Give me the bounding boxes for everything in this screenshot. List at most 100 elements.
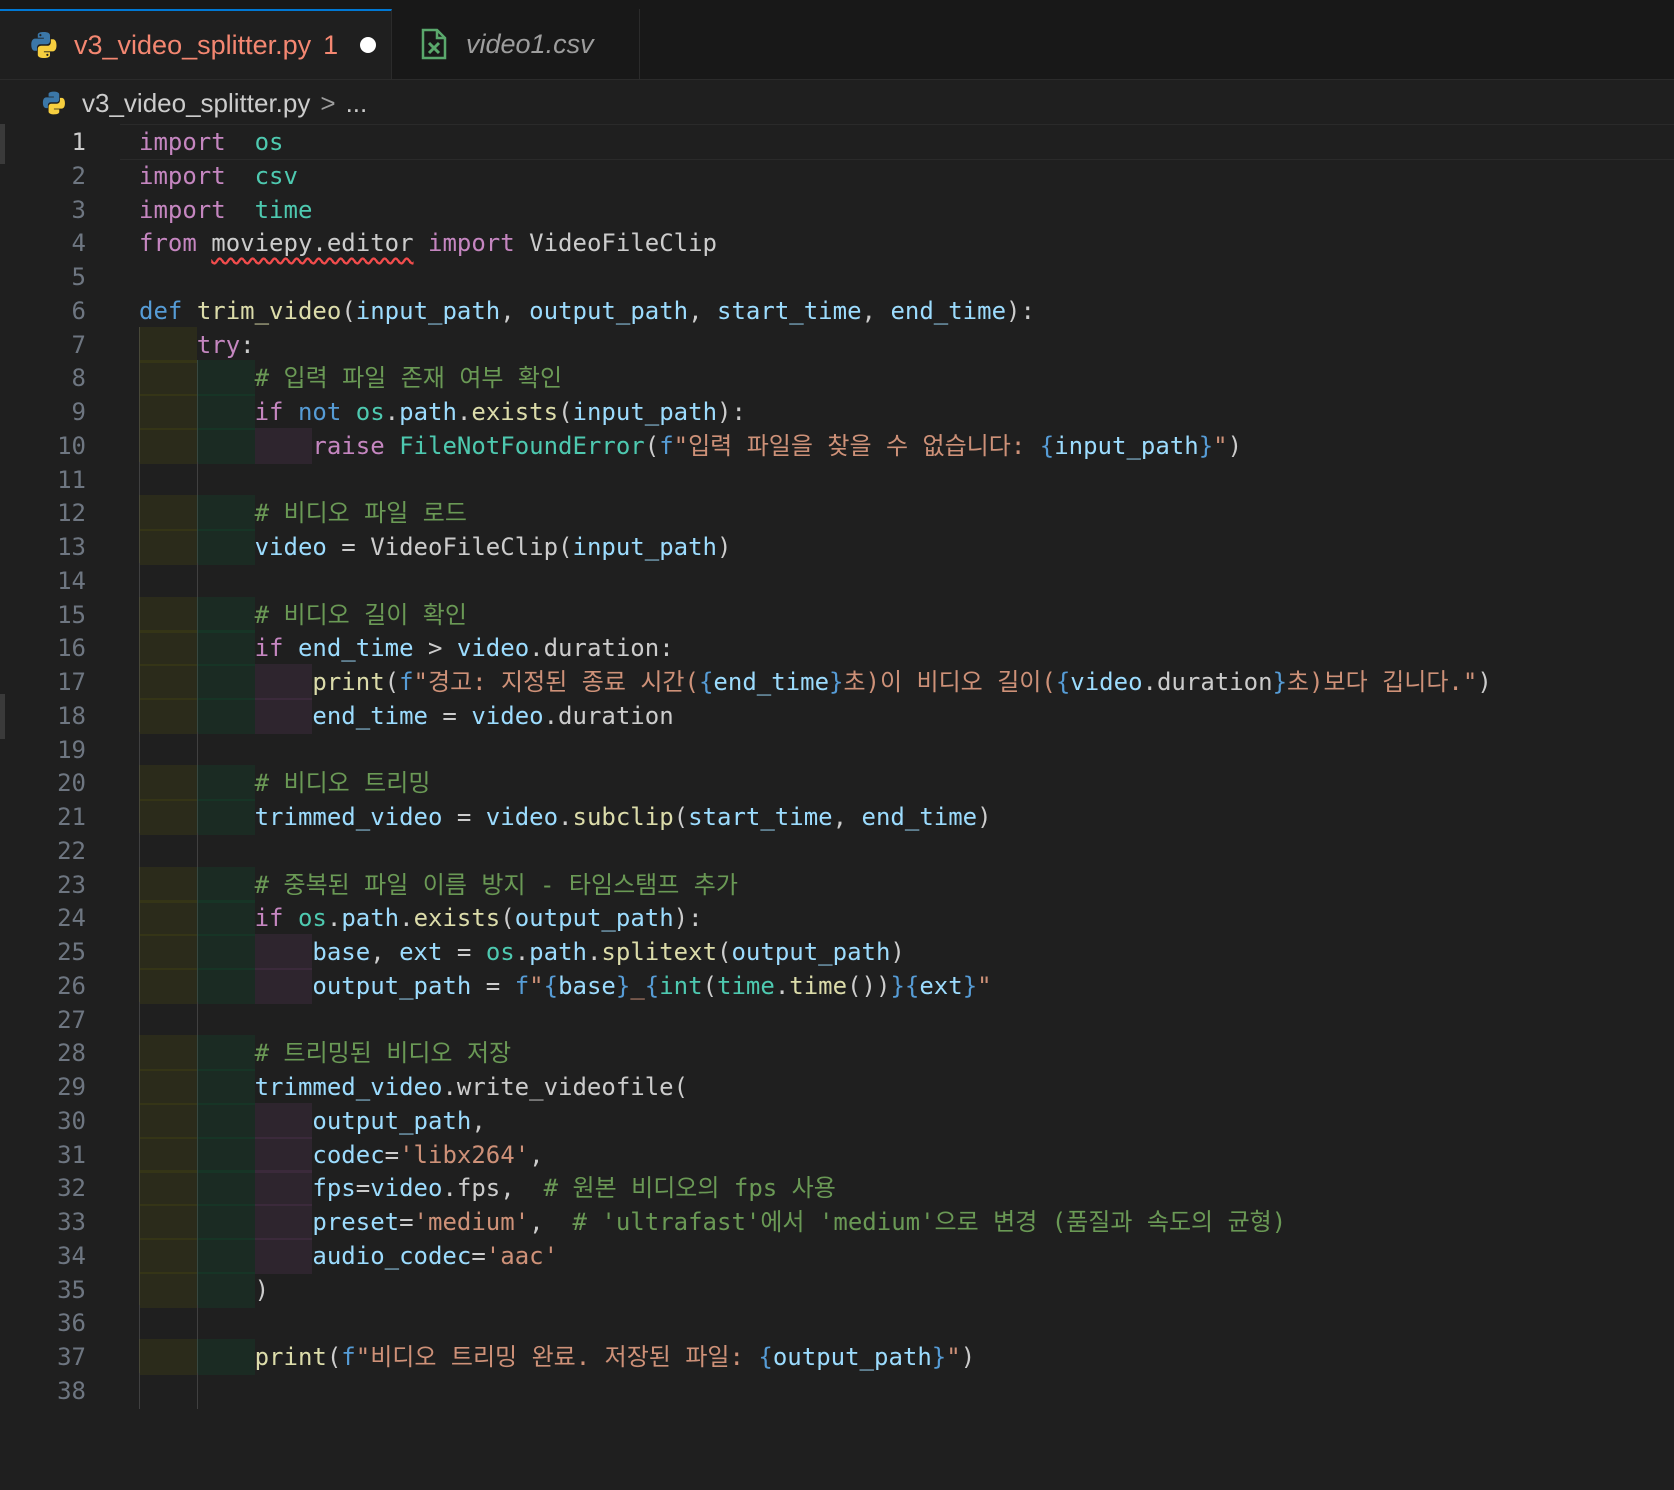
code-token: ):: [673, 904, 703, 933]
breadcrumb-file[interactable]: v3_video_splitter.py: [82, 88, 310, 119]
code-token: trimmed_video: [254, 803, 443, 831]
code-token: }: [1198, 431, 1214, 460]
code-text: video = VideoFileClip(input_path): [255, 529, 732, 565]
code-line[interactable]: 31 codec='libx264',: [0, 1136, 1674, 1173]
code-line[interactable]: 19: [0, 731, 1674, 768]
code-line[interactable]: 9 if not os.path.exists(input_path):: [0, 394, 1674, 430]
indent-block: [196, 664, 255, 700]
code-token: ,: [832, 803, 862, 831]
code-text: import csv: [139, 158, 298, 194]
code-line[interactable]: 38: [0, 1372, 1674, 1409]
code-token: .write_videofile(: [442, 1073, 689, 1101]
code-token: print: [254, 1343, 327, 1371]
code-line[interactable]: 10 raise FileNotFoundError(f"입력 파일을 찾을 수 …: [0, 427, 1674, 464]
code-line[interactable]: 8 # 입력 파일 존재 여부 확인: [0, 360, 1674, 397]
code-token: time: [254, 195, 313, 224]
line-number: 14: [57, 566, 86, 595]
code-token: ):: [717, 398, 746, 426]
code-line[interactable]: 32 fps=video.fps, # 원본 비디오의 fps 사용: [0, 1170, 1674, 1207]
code-line[interactable]: 7 try:: [0, 326, 1674, 363]
indent-block: [196, 495, 255, 532]
tab-label: video1.csv: [466, 28, 594, 59]
code-line[interactable]: 20 # 비디오 트리밍: [0, 765, 1674, 802]
code-line[interactable]: 33 preset='medium', # 'ultrafast'에서 'medi…: [0, 1204, 1674, 1240]
code-token: ,: [861, 296, 891, 325]
code-line[interactable]: 29 trimmed_video.write_videofile(: [0, 1069, 1674, 1105]
code-line[interactable]: 34 audio_codec='aac': [0, 1237, 1674, 1274]
code-token: 'libx264': [399, 1140, 530, 1169]
code-token: trim_video: [196, 296, 342, 325]
code-line[interactable]: 22: [0, 832, 1674, 869]
indent-block: [196, 596, 255, 633]
code-line[interactable]: 17 print(f"경고: 지정된 종료 시간({end_time}초)이 비디…: [0, 664, 1674, 700]
line-number: 23: [57, 870, 86, 899]
code-token: .: [326, 904, 342, 933]
code-token: start_time: [717, 296, 862, 325]
code-token: 초)이 비디오 길이(: [843, 668, 1056, 696]
breadcrumb-symbols[interactable]: ...: [346, 88, 368, 119]
code-editor[interactable]: 1 import os 2 import csv 3 import time 4 from m…: [0, 124, 1674, 1490]
code-token: ,: [370, 938, 400, 966]
indent-block: [139, 1069, 197, 1105]
code-line[interactable]: 6 def trim_video(input_path, output_path,…: [0, 293, 1674, 329]
code-token: (: [673, 803, 689, 831]
indent-block: [139, 1035, 197, 1072]
code-line[interactable]: 24 if os.path.exists(output_path):: [0, 900, 1674, 937]
code-line[interactable]: 5: [0, 259, 1674, 295]
code-line[interactable]: 18 end_time = video.duration: [0, 697, 1674, 734]
code-token: =: [427, 701, 472, 730]
code-token: .: [384, 398, 400, 426]
code-line[interactable]: 21 trimmed_video = video.subclip(start_ti…: [0, 799, 1674, 835]
code-line[interactable]: 13 video = VideoFileClip(input_path): [0, 529, 1674, 565]
tab-v3-video-splitter[interactable]: v3_video_splitter.py 1: [0, 9, 392, 79]
code-token: =: [355, 1174, 371, 1203]
code-token: output_path: [312, 1106, 472, 1135]
code-token: print: [312, 668, 385, 696]
code-line[interactable]: 36: [0, 1305, 1674, 1342]
code-token: os: [254, 128, 284, 156]
line-number: 27: [57, 1005, 86, 1034]
code-token: end_time: [312, 701, 428, 730]
code-token: os: [297, 904, 327, 933]
indent-block: [196, 427, 255, 464]
code-token: .: [399, 904, 414, 933]
line-number: 13: [57, 533, 86, 561]
code-line[interactable]: 12 # 비디오 파일 로드: [0, 495, 1674, 532]
code-token: =: [326, 533, 371, 561]
code-line[interactable]: 27: [0, 1001, 1674, 1038]
code-text: codec='libx264',: [312, 1137, 543, 1173]
code-line[interactable]: 4 from moviepy.editor import VideoFileCli…: [0, 225, 1674, 261]
code-line[interactable]: 37 print(f"비디오 트리밍 완료. 저장된 파일: {output_pa…: [0, 1339, 1674, 1375]
code-line[interactable]: 3 import time: [0, 192, 1674, 228]
code-token: ext: [919, 971, 963, 1000]
code-token: =: [442, 803, 486, 831]
indent-block: [139, 394, 197, 430]
code-token: subclip: [572, 803, 674, 831]
indent-block: [139, 866, 197, 903]
code-token: base: [558, 971, 616, 1000]
code-line[interactable]: 26 output_path = f"{base}_{int(time.time(…: [0, 967, 1674, 1004]
line-number: 30: [57, 1106, 86, 1135]
indent-block: [139, 900, 197, 937]
line-number: 6: [71, 296, 86, 325]
code-line[interactable]: 35): [0, 1271, 1674, 1308]
code-line[interactable]: 1 import os: [0, 124, 1674, 160]
code-line[interactable]: 14: [0, 562, 1674, 599]
code-line[interactable]: 16 if end_time > video.duration:: [0, 630, 1674, 667]
code-token: ): [1227, 431, 1243, 460]
code-line[interactable]: 15 # 비디오 길이 확인: [0, 596, 1674, 633]
code-line[interactable]: 25 base, ext = os.path.splitext(output_pa…: [0, 934, 1674, 970]
code-text: output_path,: [312, 1103, 485, 1139]
code-line[interactable]: 28 # 트리밍된 비디오 저장: [0, 1035, 1674, 1072]
code-line[interactable]: 2 import csv: [0, 158, 1674, 194]
line-number: 24: [57, 904, 86, 933]
code-line[interactable]: 23 # 중복된 파일 이름 방지 - 타임스탬프 추가: [0, 866, 1674, 903]
code-line[interactable]: 11: [0, 461, 1674, 498]
unsaved-dot-icon[interactable]: [360, 37, 377, 53]
code-token: >: [413, 634, 457, 663]
line-number: 2: [71, 161, 86, 190]
code-line[interactable]: 30 output_path,: [0, 1102, 1674, 1139]
code-token: =: [384, 1140, 400, 1169]
line-number: 1: [71, 128, 86, 156]
tab-video1-csv[interactable]: video1.csv: [392, 9, 640, 79]
